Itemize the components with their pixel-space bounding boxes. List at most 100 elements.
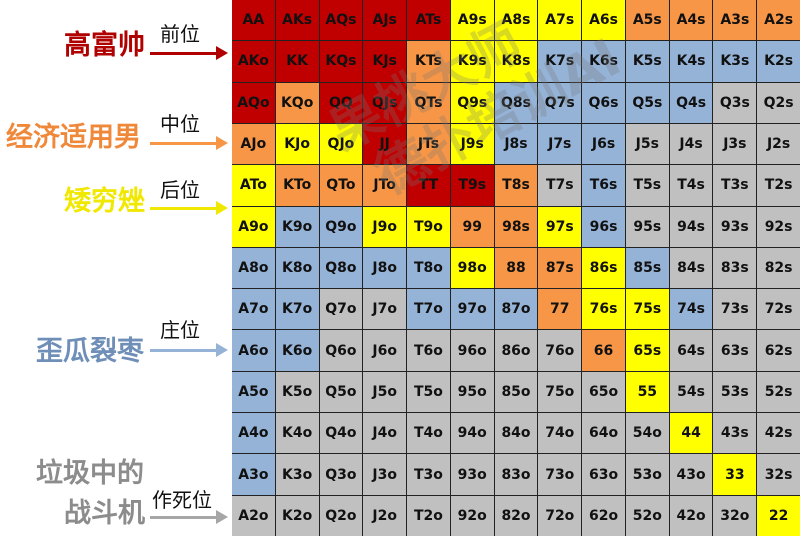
category-marginal-label: 歪瓜裂枣 — [36, 336, 144, 367]
hand-cell: 96s — [582, 206, 625, 247]
hand-cell: 95s — [625, 206, 669, 247]
hand-cell: 88 — [494, 247, 538, 289]
hand-cell: 73o — [538, 454, 582, 495]
hand-cell: A8o — [232, 247, 275, 289]
hand-cell: T9s — [450, 165, 494, 206]
hand-cell: QJs — [363, 82, 407, 123]
hand-cell: 94o — [450, 413, 494, 454]
hand-cell: K3s — [713, 41, 757, 82]
arrow-suicide-icon — [150, 510, 228, 524]
hand-cell: 22 — [757, 495, 800, 536]
hand-cell: TT — [407, 165, 450, 206]
hand-cell: JTs — [407, 123, 450, 165]
hand-cell: AA — [232, 0, 275, 41]
hand-cell: T6s — [582, 165, 625, 206]
hand-cell: T6o — [407, 330, 450, 371]
hand-cell: A7s — [538, 0, 582, 41]
hand-cell: J5s — [625, 123, 669, 165]
hand-cell: A9o — [232, 206, 275, 247]
hand-cell: 52o — [625, 495, 669, 536]
hand-cell: A7o — [232, 289, 275, 330]
hand-cell: J6s — [582, 123, 625, 165]
hand-cell: 32s — [757, 454, 800, 495]
hand-cell: K5o — [275, 371, 319, 413]
hand-cell: T7o — [407, 289, 450, 330]
hand-cell: AJo — [232, 123, 275, 165]
hand-cell: T4s — [669, 165, 713, 206]
legend: 高富帅 前位 经济适用男 中位 矮穷矬 后位 歪瓜裂枣 庄位 垃圾中的 战斗机 … — [0, 0, 232, 536]
hand-cell: A4s — [669, 0, 713, 41]
hand-cell: T2s — [757, 165, 800, 206]
hand-cell: 53s — [713, 371, 757, 413]
hand-cell: AQs — [319, 0, 363, 41]
hand-cell: K9s — [450, 41, 494, 82]
hand-cell: J6o — [363, 330, 407, 371]
hand-cell: 87o — [494, 289, 538, 330]
hand-cell: Q4o — [319, 413, 363, 454]
hand-cell: 72o — [538, 495, 582, 536]
hand-cell: Q4s — [669, 82, 713, 123]
hand-cell: K8s — [494, 41, 538, 82]
arrow-button-icon — [150, 343, 228, 357]
hand-cell: K7s — [538, 41, 582, 82]
hand-cell: AKo — [232, 41, 275, 82]
position-suicide-label: 作死位 — [152, 488, 212, 512]
hand-cell: AKs — [275, 0, 319, 41]
hand-cell: A9s — [450, 0, 494, 41]
hand-cell: 95o — [450, 371, 494, 413]
hand-cell: QTo — [319, 165, 363, 206]
hand-cell: J9o — [363, 206, 407, 247]
hand-cell: Q6s — [582, 82, 625, 123]
hand-cell: KQs — [319, 41, 363, 82]
hand-cell: KJo — [275, 123, 319, 165]
hand-cell: QJo — [319, 123, 363, 165]
hand-cell: 87s — [538, 247, 582, 289]
hand-cell: 99 — [450, 206, 494, 247]
hand-cell: 83o — [494, 454, 538, 495]
arrow-early-icon — [150, 46, 228, 60]
hand-cell: 96o — [450, 330, 494, 371]
hand-cell: 72s — [757, 289, 800, 330]
hand-cell: 52s — [757, 371, 800, 413]
hand-cell: 43o — [669, 454, 713, 495]
hand-cell: KQo — [275, 82, 319, 123]
hand-cell: 65s — [625, 330, 669, 371]
hand-cell: A5s — [625, 0, 669, 41]
hand-cell: A3s — [713, 0, 757, 41]
hand-cell: AJs — [363, 0, 407, 41]
hand-cell: 75o — [538, 371, 582, 413]
hand-cell: K8o — [275, 247, 319, 289]
hand-cell: A2o — [232, 495, 275, 536]
hand-cell: 97o — [450, 289, 494, 330]
position-button-label: 庄位 — [160, 318, 200, 342]
hand-cell: J7s — [538, 123, 582, 165]
hand-cell: KJs — [363, 41, 407, 82]
hand-cell: 63s — [713, 330, 757, 371]
position-early-label: 前位 — [160, 22, 200, 46]
hand-cell: 84s — [669, 247, 713, 289]
hand-cell: 84o — [494, 413, 538, 454]
hand-cell: T5s — [625, 165, 669, 206]
hand-cell: 76s — [582, 289, 625, 330]
hand-cell: K9o — [275, 206, 319, 247]
hand-cell: J7o — [363, 289, 407, 330]
hand-cell: Q2s — [757, 82, 800, 123]
hand-cell: 53o — [625, 454, 669, 495]
hand-cell: Q3s — [713, 82, 757, 123]
hand-cell: K3o — [275, 454, 319, 495]
hand-cell: Q9s — [450, 82, 494, 123]
hand-cell: Q9o — [319, 206, 363, 247]
hand-cell: 94s — [669, 206, 713, 247]
hand-cell: 77 — [538, 289, 582, 330]
hand-cell: Q5o — [319, 371, 363, 413]
hand-cell: JJ — [363, 123, 407, 165]
hand-cell: J2o — [363, 495, 407, 536]
hand-cell: 64s — [669, 330, 713, 371]
hand-cell: 86s — [582, 247, 625, 289]
hand-cell: 93o — [450, 454, 494, 495]
hand-cell: T8s — [494, 165, 538, 206]
hand-cell: T5o — [407, 371, 450, 413]
hand-cell: 92o — [450, 495, 494, 536]
hand-cell: Q8o — [319, 247, 363, 289]
hand-cell: K4o — [275, 413, 319, 454]
